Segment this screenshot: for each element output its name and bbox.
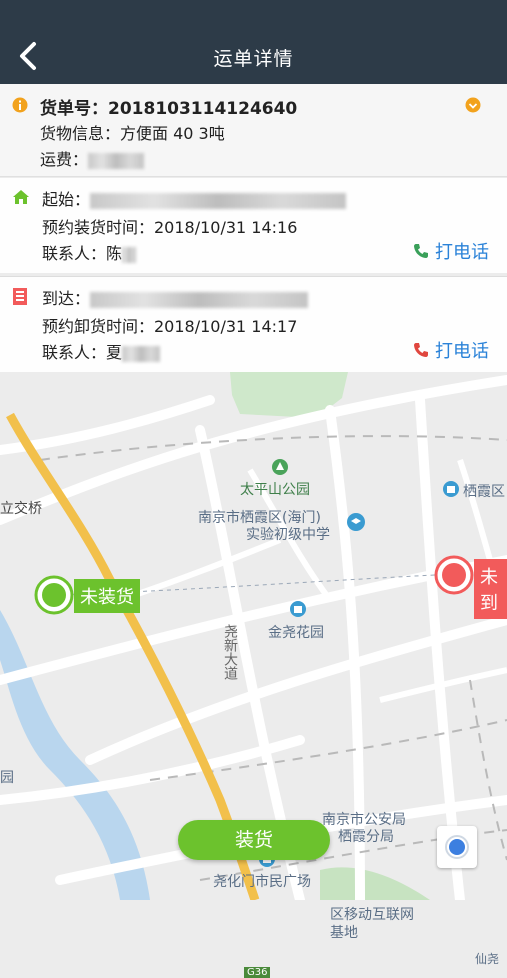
map-label-school-2: 实验初级中学 [246,527,330,543]
school-icon [347,513,365,531]
freight-value-redacted [88,152,145,169]
page-title: 运单详情 [213,48,294,70]
map-label-mobile-2: 基地 [330,925,358,941]
destination-card: 到达： 预约卸货时间：2018/10/31 14:17 联系人：夏 打电话 [0,276,507,372]
origin-contact-row: 联系人：陈 [42,240,137,264]
park-icon [272,459,288,475]
building-icon [290,601,306,617]
locate-me-button[interactable] [437,826,477,868]
origin-row: 起始： [42,186,347,210]
unload-time: 预约卸货时间：2018/10/31 14:17 [42,317,298,336]
call-origin-button[interactable]: 打电话 [413,238,489,264]
map-label-highway: G36 [244,967,271,978]
load-cargo-button[interactable]: 装货 [178,820,330,860]
map-label-district: 栖霞区 [463,484,505,500]
origin-label: 起始： [42,190,91,209]
expand-chevron-icon[interactable] [465,97,481,113]
destination-row: 到达： [42,285,309,309]
map-label-mobile: 区移动互联网 [330,907,414,923]
start-status-label: 未装货 [74,579,140,613]
destination-contact-row: 联系人：夏 [42,339,161,363]
destination-contact: 联系人：夏 [42,343,123,362]
building-flag-icon [13,288,27,305]
map-label-plaza: 尧化门市民广场 [213,874,311,890]
map-label-left-edge: 园 [0,770,14,786]
call-destination-button[interactable]: 打电话 [413,337,489,363]
order-number-label: 货单号： [40,99,108,119]
destination-label: 到达： [42,289,91,308]
order-number-row: 货单号：2018103114124640 [40,94,297,119]
header-bar: 运单详情 [0,0,507,84]
destination-address-redacted [90,291,309,308]
start-marker[interactable] [34,575,74,615]
phone-icon [414,343,428,357]
destination-contact-redacted [122,345,161,362]
origin-address-redacted [90,192,347,209]
phone-icon [414,244,428,258]
map-label-park: 太平山公园 [240,482,310,498]
home-icon [13,190,29,204]
map-label-xianhe: 仙尧 [475,952,500,966]
map-label-police-2: 栖霞分局 [338,829,394,845]
location-dot-icon [445,835,469,859]
district-icon [443,481,459,497]
origin-contact-redacted [122,246,137,263]
info-icon [12,97,28,113]
order-info-card: 货单号：2018103114124640 货物信息：方便面 40 3吨 运费： [0,84,507,177]
end-status-label: 未到 [474,559,507,619]
freight-label: 运费： [40,150,89,169]
origin-contact: 联系人：陈 [42,244,123,263]
order-number: 2018103114124640 [108,99,298,119]
end-marker[interactable] [434,555,474,595]
map-label-garden: 金尧花园 [268,625,324,641]
call-destination-label: 打电话 [435,341,489,362]
origin-card: 起始： 预约装货时间：2018/10/31 14:16 联系人：陈 打电话 [0,178,507,273]
cargo-info: 货物信息：方便面 40 3吨 [40,124,225,143]
call-origin-label: 打电话 [435,242,489,263]
map-label-bridge: 立交桥 [0,501,42,517]
load-time: 预约装货时间：2018/10/31 14:16 [42,218,298,237]
map-label-road: 尧新大道 [222,624,238,680]
freight-row: 运费： [40,146,145,170]
